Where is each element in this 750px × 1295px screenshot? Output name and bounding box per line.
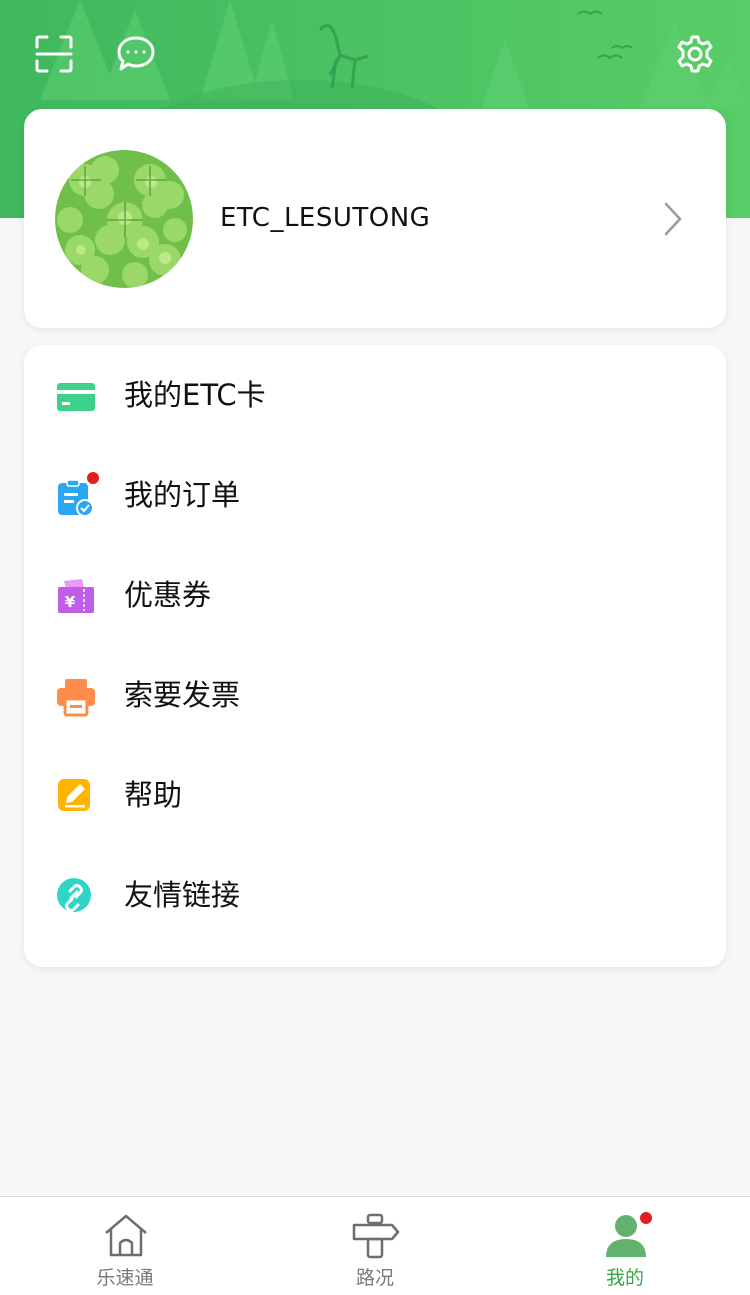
menu-item-label: 友情链接 [124, 878, 241, 912]
tab-label: 乐速通 [96, 1267, 154, 1289]
signpost-icon [352, 1213, 400, 1259]
order-notification-badge [86, 471, 100, 485]
menu-item-label: 优惠券 [124, 578, 212, 612]
link-icon [56, 877, 96, 917]
coupon-icon: ¥ [56, 577, 96, 617]
tab-road-status[interactable]: 路况 [250, 1197, 500, 1295]
menu-card: 我的ETC卡 我的订单 ¥ 优惠券 索要发票 帮助 友情链接 [24, 345, 726, 967]
bottom-tab-bar: 乐速通 路况 我的 [0, 1196, 750, 1295]
menu-item-label: 帮助 [124, 778, 183, 812]
tab-label: 路况 [355, 1267, 394, 1289]
menu-item-etc-card[interactable]: 我的ETC卡 [24, 345, 726, 445]
menu-item-coupons[interactable]: ¥ 优惠券 [24, 545, 726, 645]
menu-item-label: 我的ETC卡 [124, 378, 266, 412]
mine-notification-badge [639, 1211, 653, 1225]
username: ETC_LESUTONG [220, 203, 431, 233]
help-pencil-icon [56, 777, 96, 817]
menu-item-orders[interactable]: 我的订单 [24, 445, 726, 545]
printer-icon [56, 677, 96, 717]
profile-card[interactable]: ETC_LESUTONG [24, 109, 726, 328]
menu-item-help[interactable]: 帮助 [24, 745, 726, 845]
message-icon[interactable] [116, 34, 156, 74]
svg-text:¥: ¥ [65, 593, 76, 611]
tab-label: 我的 [605, 1267, 644, 1289]
tab-mine[interactable]: 我的 [500, 1197, 750, 1295]
menu-item-invoice[interactable]: 索要发票 [24, 645, 726, 745]
chevron-right-icon [662, 201, 684, 241]
menu-item-label: 索要发票 [124, 678, 241, 712]
home-icon [102, 1213, 150, 1259]
menu-item-links[interactable]: 友情链接 [24, 845, 726, 945]
etc-card-icon [56, 377, 96, 417]
avatar[interactable] [55, 150, 193, 288]
settings-gear-icon[interactable] [675, 34, 715, 74]
menu-item-label: 我的订单 [124, 478, 241, 512]
scan-icon[interactable] [34, 34, 74, 74]
tab-home[interactable]: 乐速通 [0, 1197, 250, 1295]
